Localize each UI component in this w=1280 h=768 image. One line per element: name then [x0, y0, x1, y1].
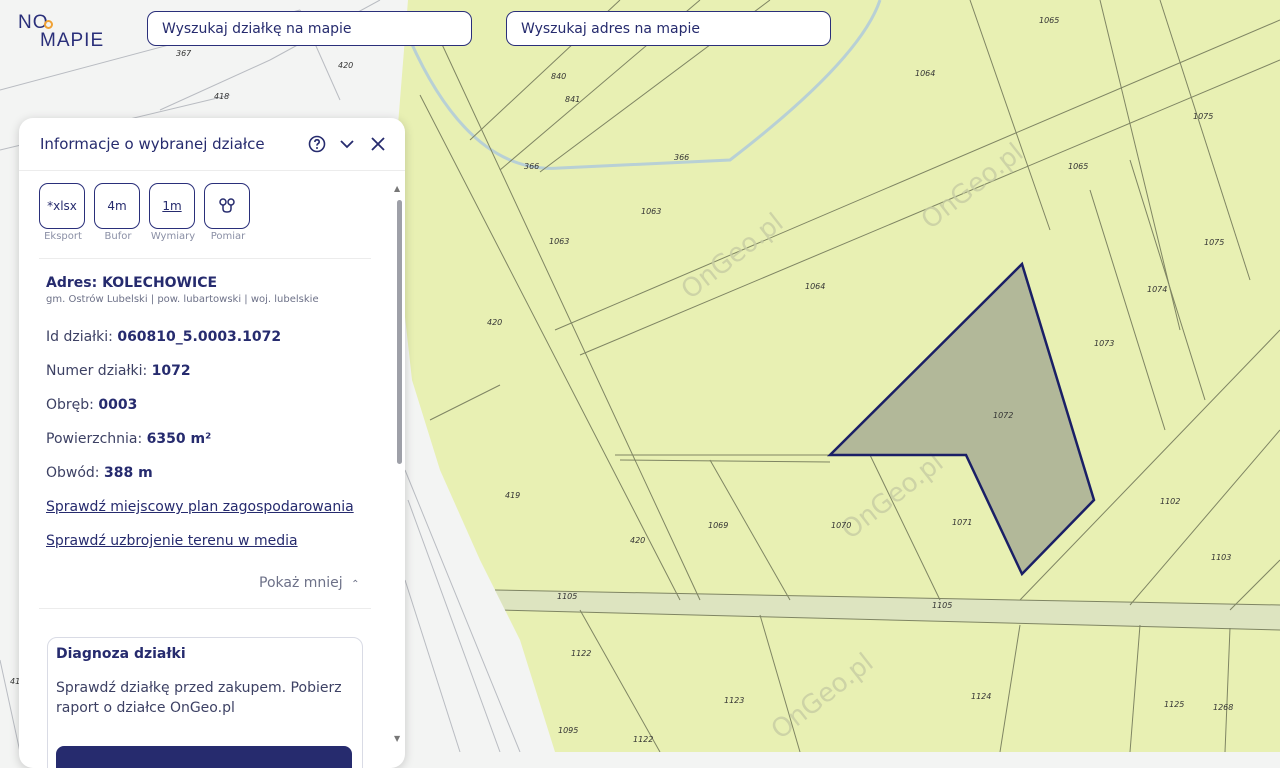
- parcel-label: 1069: [708, 521, 728, 530]
- parcel-label: 366: [674, 153, 689, 162]
- panel-scrollbar[interactable]: ▲ ▼: [392, 184, 405, 754]
- field-value: 388 m: [103, 465, 153, 481]
- parcel-label: 1102: [1160, 497, 1180, 506]
- plot-search-input[interactable]: [162, 20, 457, 37]
- chevron-down-icon[interactable]: [336, 133, 358, 155]
- panel-header: Informacje o wybranej działce: [19, 118, 405, 171]
- parcel-label: 1063: [641, 207, 661, 216]
- parcel-label: 1073: [1094, 339, 1114, 348]
- parcel-label: 1071: [952, 518, 972, 527]
- help-icon[interactable]: [306, 133, 328, 155]
- field-label: Obwód:: [46, 465, 100, 481]
- tool-label: Eksport: [44, 231, 82, 242]
- tool-label: Bufor: [104, 231, 132, 242]
- measure-points-icon[interactable]: [204, 183, 250, 229]
- parcel-label: 1064: [805, 282, 825, 291]
- parcel-label: 1125: [1164, 700, 1184, 709]
- diagnosis-button[interactable]: [56, 746, 352, 768]
- parcel-label: 1070: [831, 521, 851, 530]
- ruler-icon[interactable]: 1m: [149, 183, 195, 229]
- field-value: 0003: [98, 397, 138, 413]
- xlsx-icon[interactable]: *xlsx: [39, 183, 85, 229]
- chevron-up-icon: ⌃: [351, 579, 360, 590]
- buffer-tool[interactable]: 4m Bufor: [94, 183, 142, 242]
- parcel-label: 1122: [633, 735, 653, 744]
- tool-row: *xlsx Eksport 4m Bufor 1m Wymiary Pomiar: [39, 183, 252, 242]
- panel-title: Informacje o wybranej działce: [40, 135, 265, 153]
- tool-label: Wymiary: [150, 231, 196, 242]
- parcel-label: 1103: [1211, 553, 1231, 562]
- address-line: Adres: KOLECHOWICE: [46, 275, 217, 291]
- plot-info-panel: Informacje o wybranej działce *xlsx Eksp…: [19, 118, 405, 768]
- brand-line-2: MAPIE: [40, 30, 105, 51]
- address-search-bar[interactable]: [506, 11, 831, 46]
- parcel-label: 1075: [1193, 112, 1213, 121]
- field-label: Obręb:: [46, 397, 94, 413]
- divider: [39, 608, 371, 609]
- show-less-label: Pokaż mniej: [259, 575, 343, 591]
- field-value: 1072: [151, 363, 191, 379]
- show-less-toggle[interactable]: Pokaż mniej ⌃: [259, 575, 360, 591]
- plot-number-row: Numer działki: 1072: [46, 363, 191, 379]
- field-label: Powierzchnia:: [46, 431, 143, 447]
- address-search-input[interactable]: [521, 20, 816, 37]
- parcel-label: 1064: [915, 69, 935, 78]
- field-label: Numer działki:: [46, 363, 148, 379]
- address-subline: gm. Ostrów Lubelski | pow. lubartowski |…: [46, 294, 319, 305]
- parcel-label: 1268: [1213, 703, 1233, 712]
- parcel-label: 418: [214, 92, 229, 101]
- parcel-label: 1124: [971, 692, 991, 701]
- field-label: Id działki:: [46, 329, 113, 345]
- buffer-icon[interactable]: 4m: [94, 183, 140, 229]
- utilities-link[interactable]: Sprawdź uzbrojenie terenu w media: [46, 533, 298, 549]
- parcel-label: 841: [565, 95, 580, 104]
- dimensions-tool[interactable]: 1m Wymiary: [149, 183, 197, 242]
- diagnosis-card: Diagnoza działki Sprawdź działkę przed z…: [47, 637, 363, 768]
- precinct-row: Obręb: 0003: [46, 397, 137, 413]
- parcel-label: 1122: [571, 649, 591, 658]
- compass-icon: [44, 20, 53, 29]
- parcel-label: 1065: [1039, 16, 1059, 25]
- zoning-plan-link[interactable]: Sprawdź miejscowy plan zagospodarowania: [46, 499, 354, 515]
- parcel-label: 1123: [724, 696, 744, 705]
- perimeter-row: Obwód: 388 m: [46, 465, 153, 481]
- plot-id-row: Id działki: 060810_5.0003.1072: [46, 329, 281, 345]
- measure-tool[interactable]: Pomiar: [204, 183, 252, 242]
- parcel-label: 419: [505, 491, 520, 500]
- panel-body: *xlsx Eksport 4m Bufor 1m Wymiary Pomiar…: [19, 171, 389, 768]
- scroll-thumb[interactable]: [397, 200, 402, 464]
- area-row: Powierzchnia: 6350 m²: [46, 431, 211, 447]
- field-value: 060810_5.0003.1072: [117, 329, 282, 345]
- diagnosis-text: Sprawdź działkę przed zakupem. Pobierz r…: [56, 680, 342, 716]
- address-label: Adres:: [46, 275, 98, 291]
- close-icon[interactable]: [367, 133, 389, 155]
- parcel-label: 1074: [1147, 285, 1167, 294]
- scroll-down-icon[interactable]: ▼: [394, 734, 400, 743]
- divider: [39, 258, 371, 259]
- address-value: KOLECHOWICE: [102, 275, 218, 291]
- parcel-label: 1075: [1204, 238, 1224, 247]
- parcel-label: 1105: [932, 601, 952, 610]
- parcel-label: 366: [524, 162, 539, 171]
- parcel-label: 840: [551, 72, 566, 81]
- parcel-label: 420: [338, 61, 353, 70]
- tool-label: Pomiar: [210, 231, 246, 242]
- parcel-label: 367: [176, 49, 192, 58]
- parcel-label: 1063: [549, 237, 569, 246]
- parcel-label: 1095: [558, 726, 578, 735]
- diagnosis-title: Diagnoza działki: [56, 646, 186, 662]
- parcel-label: 1072: [993, 411, 1013, 420]
- scroll-up-icon[interactable]: ▲: [394, 184, 400, 193]
- parcel-label: 1105: [557, 592, 577, 601]
- field-value: 6350 m²: [146, 431, 212, 447]
- plot-search-bar[interactable]: [147, 11, 472, 46]
- parcel-label: 420: [630, 536, 645, 545]
- export-tool[interactable]: *xlsx Eksport: [39, 183, 87, 242]
- parcel-label: 1065: [1068, 162, 1088, 171]
- parcel-label: 420: [487, 318, 502, 327]
- brand-logo[interactable]: NO MAPIE: [18, 12, 128, 56]
